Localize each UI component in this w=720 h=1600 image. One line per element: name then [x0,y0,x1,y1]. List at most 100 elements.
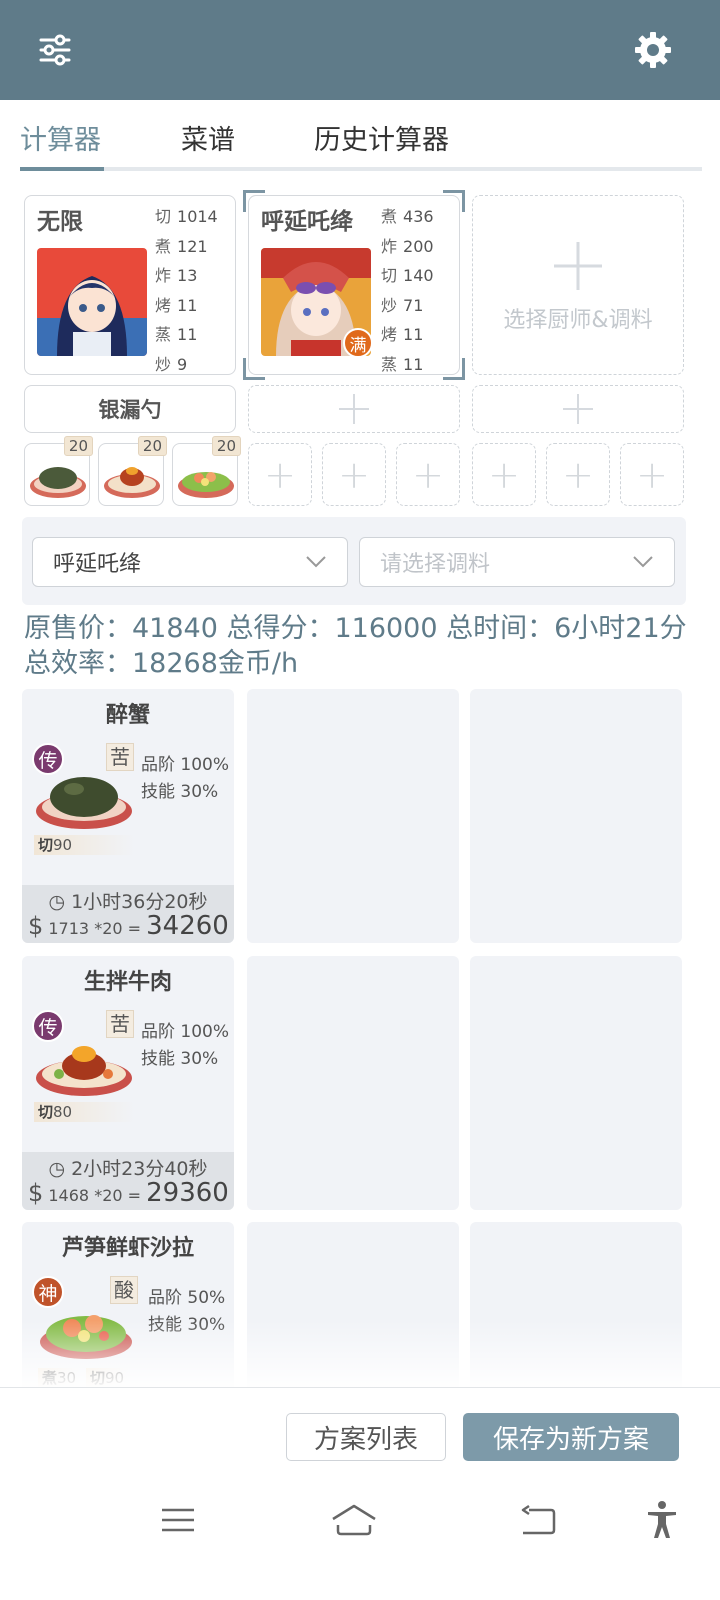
stat-row: 炒 71 [381,295,424,315]
stat-row: 炸 200 [381,236,434,256]
selection-corner [243,358,265,380]
chef-select-value: 呼延吒绛 [53,552,142,577]
clock-icon: ◷ [48,891,72,913]
stat-row: 切 140 [381,266,434,285]
dish-slot-empty[interactable]: + [322,443,386,506]
tab-calculator[interactable]: 计算器 [20,118,101,157]
stat-row: 蒸 11 [155,325,198,344]
tab-recipes[interactable]: 菜谱 [181,118,235,157]
dish-slot-empty[interactable]: + [396,443,460,506]
plus-icon: + [488,452,520,497]
stat-row: 烤 11 [155,295,198,315]
gear-icon[interactable] [625,22,681,78]
plus-icon [554,242,602,290]
plus-icon [339,394,369,424]
dish-quantity-badge: 20 [63,436,93,456]
empty-dish-card [470,689,682,943]
dish-name: 醉蟹 [105,703,150,728]
stat-row: 炒9 [155,354,188,374]
sliders-icon[interactable] [27,22,83,78]
condiment-select-placeholder: 请选择调料 [380,552,491,577]
dish-slot-empty[interactable]: + [248,443,312,506]
skill-requirement: 切80 [34,1102,134,1122]
save-new-plan-button[interactable]: 保存为新方案 [463,1413,679,1461]
equipment-slot-1[interactable]: 银漏勺 [24,385,236,433]
dish-footer: ◷ 2小时23分40秒 $ 1468 *20 = 29360 [22,1152,234,1210]
empty-dish-card [247,956,459,1210]
stat-row: 烤 11 [381,325,424,344]
chef-stats: 切 1014 煮 121 炸 13 烤 11 蒸 11 炒9 [155,202,218,379]
equipment-slot-2[interactable] [248,385,460,433]
dish-name: 生拌牛肉 [83,970,172,995]
dish-footer: ◷ 1小时36分20秒 $ 1713 *20 = 34260 [22,885,234,943]
dish-quantity-badge: 20 [137,436,167,456]
dish-info: 品阶 100% 技能 30% [141,752,229,806]
menu-icon[interactable] [148,1496,208,1544]
chef-select[interactable]: 呼延吒绛 [32,537,348,587]
plus-icon: + [636,452,668,497]
stat-row: 切 1014 [155,207,218,226]
selection-corner [243,190,265,212]
tab-bar: 计算器 菜谱 历史计算器 [20,100,702,176]
plus-icon: + [412,452,444,497]
plus-icon: + [338,452,370,497]
dish-slot-empty[interactable]: + [472,443,536,506]
dish-quantity-badge: 20 [211,436,241,456]
accessibility-icon[interactable] [632,1496,692,1544]
plus-icon: + [562,452,594,497]
chef-portrait [37,248,147,356]
dish-slot-empty[interactable]: + [620,443,684,506]
dish-slot-1[interactable]: 20 [24,436,93,506]
quality-text: 品阶 100% [141,1022,230,1042]
dish-slot-empty[interactable]: + [546,443,610,506]
chef-card-1[interactable]: 无限 切 1014 煮 121 炸 13 烤 11 蒸 11 炒9 [24,195,236,375]
price-line: $ 1713 *20 = 34260 [28,911,229,941]
taste-label: 酸 [110,1276,138,1304]
stat-row: 煮 436 [381,207,434,226]
rarity-badge: 传 [32,1010,64,1042]
dish-card-2[interactable]: 生拌牛肉 传 苦 品阶 100% 技能 30% 切80 ◷ 2小时23分40秒 … [22,956,234,1210]
dish-slot-2[interactable]: 20 [98,436,167,506]
add-chef-button[interactable]: 选择厨师&调料 [472,195,684,375]
back-icon[interactable] [508,1496,568,1544]
rarity-badge: 神 [32,1276,64,1308]
taste-label: 苦 [106,1010,134,1038]
stat-row: 蒸 11 [381,354,424,374]
equipment-name: 银漏勺 [98,398,162,422]
empty-dish-card [470,956,682,1210]
cook-time: ◷ 2小时23分40秒 [48,1158,208,1180]
select-panel: 呼延吒绛 请选择调料 [22,517,686,605]
cook-time: ◷ 1小时36分20秒 [48,891,208,913]
empty-dish-card [247,689,459,943]
scroll-fade [0,1320,720,1390]
selection-corner [443,358,465,380]
chef-stats: 煮 436 炸 200 切 140 炒 71 烤 11 蒸 11 [381,202,434,379]
clock-icon: ◷ [48,1158,72,1180]
price-line: $ 1468 *20 = 29360 [28,1178,229,1208]
dish-info: 品阶 100% 技能 30% [141,1019,229,1073]
dish-card-1[interactable]: 醉蟹 传 苦 品阶 100% 技能 30% 切90 ◷ 1小时36分20秒 $ … [22,689,234,943]
summary-text: 原售价：41840 总得分：116000 总时间：6小时21分 总效率：1826… [24,613,687,679]
rarity-badge: 传 [32,743,64,775]
bottom-bar: 方案列表 保存为新方案 [0,1387,720,1600]
dish-slot-3[interactable]: 20 [172,436,241,506]
chevron-down-icon [306,556,326,568]
quality-text: 品阶 50% [148,1288,226,1308]
tab-active-indicator [20,167,104,171]
tab-history-calculator[interactable]: 历史计算器 [314,118,449,157]
chef-card-2[interactable]: 呼延吒绛 满 煮 436 炸 200 切 140 炒 71 烤 11 蒸 11 [248,195,460,375]
selection-corner [443,190,465,212]
chef-name: 呼延吒绛 [261,209,353,235]
tab-divider [20,167,702,171]
skill-text: 技能 30% [141,1049,219,1069]
plus-icon: + [264,452,296,497]
condiment-select[interactable]: 请选择调料 [359,537,675,587]
quality-text: 品阶 100% [141,755,230,775]
plus-icon [563,394,593,424]
chevron-down-icon [633,556,653,568]
full-badge: 满 [343,328,373,358]
home-icon[interactable] [324,1496,384,1544]
equipment-slot-3[interactable] [472,385,684,433]
skill-requirement: 切90 [34,835,134,855]
plan-list-button[interactable]: 方案列表 [286,1413,446,1461]
